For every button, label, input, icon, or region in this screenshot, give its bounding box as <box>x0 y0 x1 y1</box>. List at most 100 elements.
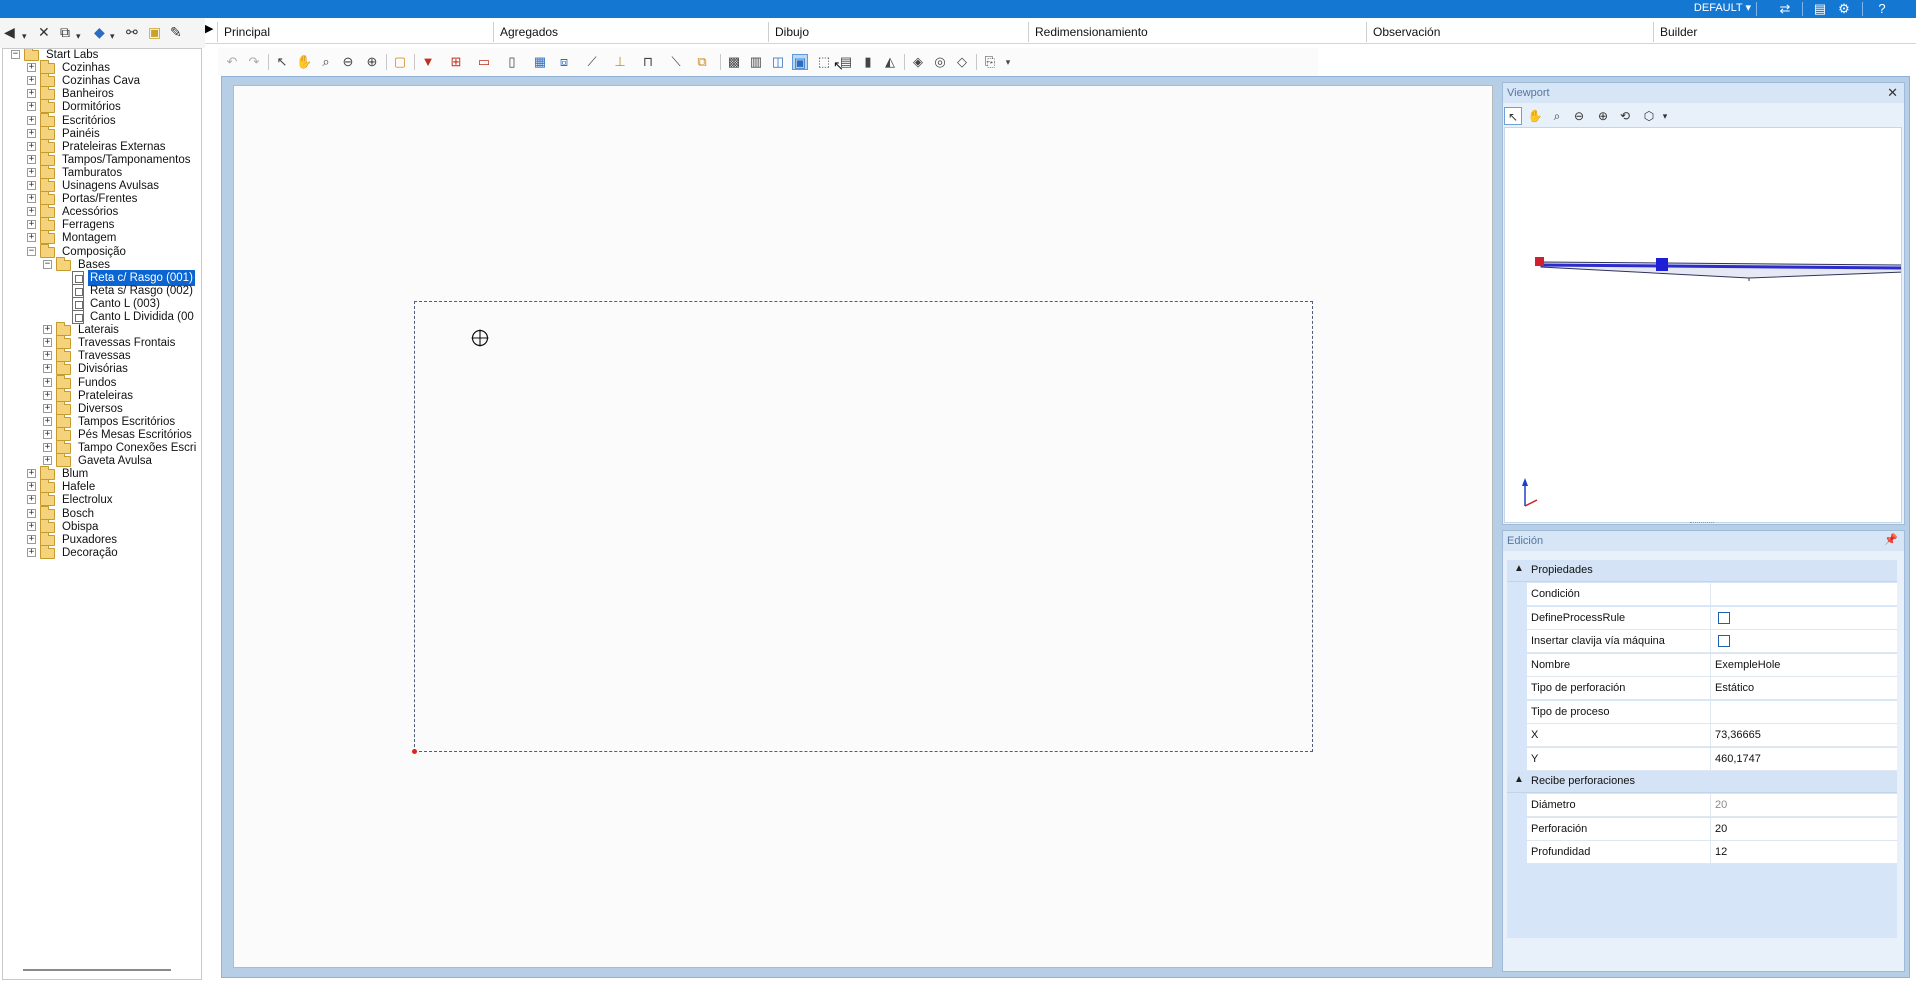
delete-icon[interactable]: ✕ <box>38 24 50 40</box>
line-tool-icon[interactable]: ⟋ <box>584 54 600 70</box>
expand-icon[interactable]: + <box>27 220 36 230</box>
tab-observacion[interactable]: Observación <box>1366 22 1658 42</box>
hole-insert-icon[interactable]: ⊞ <box>448 54 464 70</box>
chevron-down-icon[interactable]: ▾ <box>1000 54 1016 70</box>
expand-icon[interactable]: + <box>27 76 36 86</box>
expand-icon[interactable]: + <box>27 495 36 505</box>
array-icon[interactable]: ⧉ <box>694 54 710 70</box>
expand-icon[interactable]: + <box>27 521 36 531</box>
expand-icon[interactable]: + <box>27 469 36 479</box>
property-value[interactable] <box>1715 701 1893 724</box>
ribbon-collapse-icon[interactable]: ▶ <box>205 22 213 38</box>
profile-dropdown[interactable]: DEFAULT ▾ <box>1694 1 1751 14</box>
edge-icon[interactable]: ▭ <box>476 54 492 70</box>
pocket-icon[interactable]: ▦ <box>532 54 548 70</box>
table-icon[interactable]: ▥ <box>748 54 764 70</box>
expand-icon[interactable]: + <box>27 534 36 544</box>
property-checkbox[interactable] <box>1718 635 1730 647</box>
measure-icon[interactable]: ⊥ <box>612 54 628 70</box>
expand-icon[interactable]: + <box>27 207 36 217</box>
property-value[interactable]: 20 <box>1715 794 1893 817</box>
zoom-in-icon[interactable]: ⊕ <box>364 54 380 70</box>
select-icon[interactable]: ↖ <box>274 54 290 70</box>
zoom-out-icon[interactable]: ⊖ <box>340 54 356 70</box>
select-icon[interactable]: ↖ <box>1504 107 1522 125</box>
property-row[interactable]: Insertar clavija vía máquina <box>1527 630 1897 653</box>
expand-icon[interactable]: + <box>43 325 52 335</box>
grid-icon[interactable]: ▩ <box>726 54 742 70</box>
property-row[interactable]: Condición <box>1527 583 1897 606</box>
back-icon[interactable]: ◀ <box>4 24 15 40</box>
expand-icon[interactable]: + <box>27 547 36 557</box>
tab-builder[interactable]: Builder <box>1653 22 1773 42</box>
expand-icon[interactable]: + <box>43 456 52 466</box>
horizontal-scrollbar[interactable] <box>23 969 171 971</box>
pan-icon[interactable]: ✋ <box>296 54 312 70</box>
zoom-out-icon[interactable]: ⊖ <box>1570 107 1588 125</box>
expand-icon[interactable]: + <box>43 429 52 439</box>
undo-icon[interactable]: ↶ <box>224 54 240 70</box>
property-row[interactable]: Tipo de proceso <box>1527 700 1897 724</box>
hole-marker-icon[interactable] <box>471 329 489 347</box>
collapse-icon[interactable]: − <box>27 246 36 256</box>
property-row[interactable]: DefineProcessRule <box>1527 606 1897 630</box>
expand-icon[interactable]: + <box>43 351 52 361</box>
chevron-down-icon[interactable]: ▾ <box>76 28 81 44</box>
rectangle-tool-icon[interactable]: ▯ <box>504 54 520 70</box>
property-row[interactable]: Nombre ExempleHole <box>1527 653 1897 677</box>
property-value[interactable]: 73,36665 <box>1715 724 1893 747</box>
expand-icon[interactable]: + <box>27 141 36 151</box>
property-value[interactable] <box>1715 583 1893 606</box>
expand-icon[interactable]: + <box>27 233 36 243</box>
panel-splitter[interactable] <box>1690 522 1714 525</box>
chevron-down-icon[interactable]: ▾ <box>110 28 115 44</box>
zoom-window-icon[interactable]: ⌕ <box>1548 107 1566 125</box>
expand-icon[interactable]: + <box>43 403 52 413</box>
expand-icon[interactable]: + <box>27 115 36 125</box>
chevron-down-icon[interactable]: ▾ <box>22 28 27 44</box>
process-icon[interactable]: ◎ <box>932 54 948 70</box>
layers-icon[interactable]: ◈ <box>910 54 926 70</box>
part-outline[interactable] <box>414 301 1313 752</box>
expand-icon[interactable]: + <box>43 443 52 452</box>
chevron-down-icon[interactable]: ▾ <box>1656 107 1674 125</box>
property-value[interactable]: ExempleHole <box>1715 654 1893 677</box>
copy-icon[interactable]: ⧉ <box>60 24 70 40</box>
zoom-window-icon[interactable]: ⌕ <box>318 54 334 70</box>
expand-icon[interactable]: + <box>27 128 36 138</box>
property-row[interactable]: Perforación 20 <box>1527 817 1897 841</box>
property-value[interactable]: 12 <box>1715 841 1893 864</box>
diagonal-tool-icon[interactable]: ⟍ <box>668 54 684 70</box>
layout-icon[interactable]: ▤ <box>1812 1 1828 16</box>
pan-icon[interactable]: ✋ <box>1526 107 1544 125</box>
expand-icon[interactable]: + <box>27 194 36 204</box>
filter-icon[interactable]: ◆ <box>94 24 105 40</box>
pin-icon[interactable]: 📌 <box>1884 533 1898 546</box>
property-category[interactable]: ▲ Recibe perforaciones <box>1507 771 1897 793</box>
tools-icon[interactable]: ✎ <box>170 24 182 40</box>
tab-redimensionamiento[interactable]: Redimensionamiento <box>1028 22 1366 42</box>
viewport-3d-view[interactable] <box>1504 127 1902 523</box>
columns-icon[interactable]: ◫ <box>770 54 786 70</box>
property-row[interactable]: Tipo de perforación Estático <box>1527 677 1897 700</box>
expand-icon[interactable]: + <box>27 167 36 177</box>
property-value[interactable]: Estático <box>1715 677 1893 700</box>
sync-icon[interactable]: ⇄ <box>1777 1 1793 16</box>
new-part-icon[interactable]: ▢ <box>392 54 408 70</box>
property-value[interactable]: 460,1747 <box>1715 748 1893 771</box>
collapse-icon[interactable]: − <box>11 50 20 59</box>
drill-tool-icon[interactable]: ▼ <box>420 54 436 70</box>
expand-icon[interactable]: + <box>27 89 36 99</box>
view-mode-icon[interactable]: ▣ <box>792 54 808 70</box>
expand-icon[interactable]: + <box>27 154 36 164</box>
frame-icon[interactable]: ⊓ <box>640 54 656 70</box>
expand-icon[interactable]: + <box>27 63 36 73</box>
expand-icon[interactable]: + <box>27 508 36 518</box>
property-checkbox[interactable] <box>1718 611 1730 624</box>
expand-icon[interactable]: + <box>27 102 36 112</box>
expand-icon[interactable]: + <box>43 377 52 387</box>
collapse-icon[interactable]: ▲ <box>1514 563 1524 574</box>
zoom-in-icon[interactable]: ⊕ <box>1594 107 1612 125</box>
slot-icon[interactable]: ⧈ <box>556 54 572 70</box>
tab-dibujo[interactable]: Dibujo <box>768 22 1028 42</box>
